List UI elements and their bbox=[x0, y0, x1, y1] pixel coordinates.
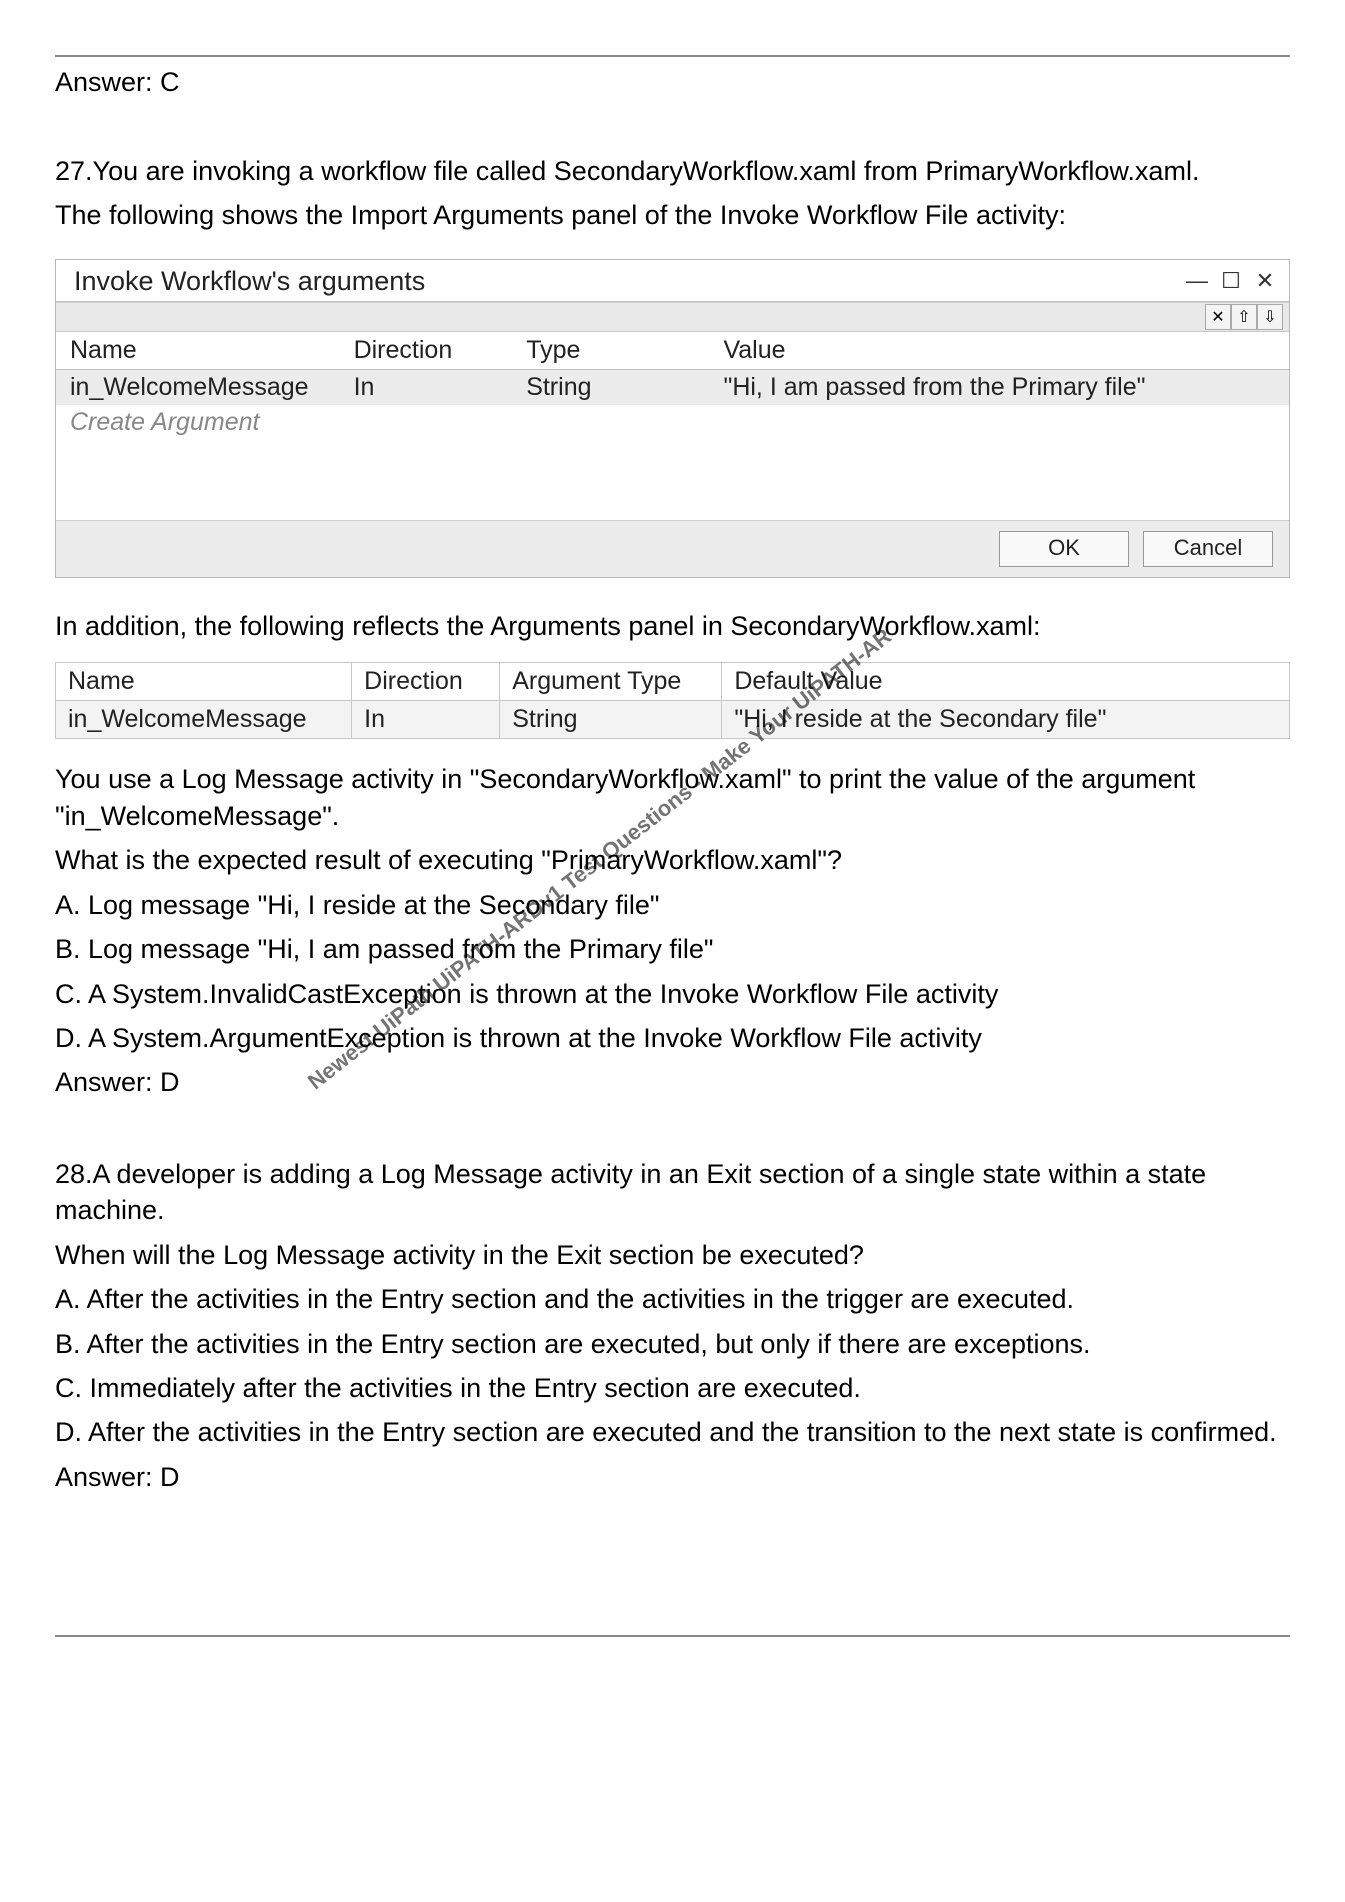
table-header-row: Name Direction Argument Type Default Val… bbox=[56, 663, 1290, 701]
arg-type-cell: String bbox=[500, 701, 722, 739]
q28-option-b: B. After the activities in the Entry sec… bbox=[55, 1326, 1290, 1362]
minimize-icon[interactable]: — bbox=[1185, 269, 1209, 293]
q28-option-c: C. Immediately after the activities in t… bbox=[55, 1370, 1290, 1406]
col-value-header: Value bbox=[709, 332, 1289, 370]
dialog-footer: OK Cancel bbox=[56, 520, 1289, 577]
arguments-table: Name Direction Type Value in_WelcomeMess… bbox=[56, 332, 1289, 440]
maximize-icon[interactable]: ☐ bbox=[1219, 269, 1243, 293]
col-name-header: Name bbox=[56, 663, 352, 701]
q27-body-2: What is the expected result of executing… bbox=[55, 842, 1290, 878]
q28-option-a: A. After the activities in the Entry sec… bbox=[55, 1281, 1290, 1317]
arg-value-cell: "Hi, I am passed from the Primary file" bbox=[709, 369, 1289, 405]
q28-option-d: D. After the activities in the Entry sec… bbox=[55, 1414, 1290, 1450]
delete-icon[interactable]: ✕ bbox=[1205, 304, 1231, 330]
secondary-arguments-table: Name Direction Argument Type Default Val… bbox=[55, 662, 1290, 739]
table-header-row: Name Direction Type Value bbox=[56, 332, 1289, 370]
q27-body-1: You use a Log Message activity in "Secon… bbox=[55, 761, 1290, 834]
table-row: in_WelcomeMessage In String "Hi, I resid… bbox=[56, 701, 1290, 739]
move-up-icon[interactable]: ⇧ bbox=[1231, 304, 1257, 330]
invoke-workflow-arguments-dialog: Invoke Workflow's arguments — ☐ ✕ ✕ ⇧ ⇩ … bbox=[55, 259, 1290, 578]
col-argtype-header: Argument Type bbox=[500, 663, 722, 701]
window-controls: — ☐ ✕ bbox=[1185, 269, 1277, 293]
close-icon[interactable]: ✕ bbox=[1253, 269, 1277, 293]
arg-direction-cell: In bbox=[340, 369, 513, 405]
table-row[interactable]: in_WelcomeMessage In String "Hi, I am pa… bbox=[56, 369, 1289, 405]
col-direction-header: Direction bbox=[340, 332, 513, 370]
arg-name-cell: in_WelcomeMessage bbox=[56, 701, 352, 739]
col-default-header: Default Value bbox=[722, 663, 1290, 701]
col-name-header: Name bbox=[56, 332, 340, 370]
ok-button[interactable]: OK bbox=[999, 531, 1129, 567]
col-type-header: Type bbox=[512, 332, 709, 370]
q27-option-d: D. A System.ArgumentException is thrown … bbox=[55, 1020, 1290, 1056]
move-down-icon[interactable]: ⇩ bbox=[1257, 304, 1283, 330]
create-argument-placeholder[interactable]: Create Argument bbox=[56, 405, 1289, 440]
q27-option-b: B. Log message "Hi, I am passed from the… bbox=[55, 931, 1290, 967]
q27-intro-2: The following shows the Import Arguments… bbox=[55, 197, 1290, 233]
q28-intro-1: 28.A developer is adding a Log Message a… bbox=[55, 1156, 1290, 1229]
q27-option-c: C. A System.InvalidCastException is thro… bbox=[55, 976, 1290, 1012]
question-28: 28.A developer is adding a Log Message a… bbox=[55, 1156, 1290, 1496]
q28-answer: Answer: D bbox=[55, 1459, 1290, 1495]
q27-intro-1: 27.You are invoking a workflow file call… bbox=[55, 153, 1290, 189]
question-27: 27.You are invoking a workflow file call… bbox=[55, 153, 1290, 1101]
q27-answer: Answer: D bbox=[55, 1064, 1290, 1100]
table-row-placeholder[interactable]: Create Argument bbox=[56, 405, 1289, 440]
dialog-title: Invoke Workflow's arguments bbox=[74, 266, 425, 297]
cancel-button[interactable]: Cancel bbox=[1143, 531, 1273, 567]
q28-intro-2: When will the Log Message activity in th… bbox=[55, 1237, 1290, 1273]
arg-name-cell: in_WelcomeMessage bbox=[56, 369, 340, 405]
dialog-titlebar: Invoke Workflow's arguments — ☐ ✕ bbox=[56, 260, 1289, 302]
col-direction-header: Direction bbox=[352, 663, 500, 701]
top-divider bbox=[55, 55, 1290, 57]
q27-option-a: A. Log message "Hi, I reside at the Seco… bbox=[55, 887, 1290, 923]
arg-type-cell: String bbox=[512, 369, 709, 405]
arg-default-cell: "Hi, I reside at the Secondary file" bbox=[722, 701, 1290, 739]
previous-answer: Answer: C bbox=[55, 67, 1290, 98]
q27-intro-3: In addition, the following reflects the … bbox=[55, 608, 1290, 644]
bottom-divider bbox=[55, 1635, 1290, 1637]
arg-direction-cell: In bbox=[352, 701, 500, 739]
dialog-empty-area bbox=[56, 440, 1289, 520]
dialog-toolbar: ✕ ⇧ ⇩ bbox=[56, 302, 1289, 332]
